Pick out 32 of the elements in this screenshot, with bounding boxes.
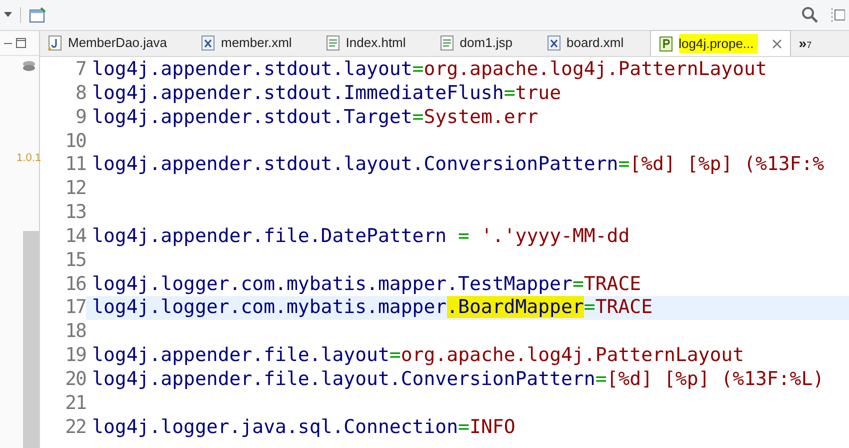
editor-tab[interactable]: dom1.jsp [432,30,539,56]
editor-tab[interactable]: log4j.prope... [650,30,791,56]
editor-tab[interactable]: board.xml [538,30,650,56]
code-line: log4j.logger.java.sql.Connection=INFO [92,416,516,440]
editor-tab[interactable]: MemberDao.java [40,30,193,56]
line-number: 17 [40,296,86,320]
code-line: log4j.appender.stdout.Target=System.err [92,106,538,130]
search-icon[interactable] [801,6,819,24]
code-line: log4j.appender.file.DatePattern = '.'yyyy-MM-dd [92,224,630,249]
version-label: 1.0.1 [16,151,41,166]
xml-file-icon [201,35,215,51]
dropdown-caret-icon[interactable] [4,12,12,18]
document-icon [326,35,340,51]
close-icon[interactable] [772,38,782,48]
code-line: log4j.logger.com.mybatis.mapper.TestMapper=TRACE [92,272,642,296]
database-icon[interactable] [21,60,37,72]
code-line: log4j.logger.com.mybatis.mapper.BoardMapper=TRACE [92,296,653,320]
properties-file-icon [658,36,673,52]
code-line: log4j.appender.file.layout.ConversionPattern=[%d] [%p] (%13F:%L) [92,368,824,392]
editor-tab[interactable]: member.xml [193,30,318,56]
code-line: log4j.appender.file.layout=org.apache.log4j.PatternLayout [92,344,744,368]
new-window-icon[interactable] [29,7,47,23]
xml-file-icon [546,35,561,51]
code-line: log4j.appender.stdout.ImmediateFlush=true [92,82,562,106]
document-icon [440,35,454,51]
code-line: log4j.appender.stdout.layout.ConversionPattern=[%d] [%p] (%13F:% [92,153,824,178]
maximize-icon[interactable] [16,38,26,48]
perspective-icon[interactable] [831,6,845,24]
java-file-icon [48,35,62,51]
code-line: log4j.appender.stdout.layout=org.apache.log4j.PatternLayout [92,58,767,82]
editor-tab[interactable]: Index.html [318,30,432,56]
more-tabs-button[interactable]: »$_{7}$ [790,30,820,56]
